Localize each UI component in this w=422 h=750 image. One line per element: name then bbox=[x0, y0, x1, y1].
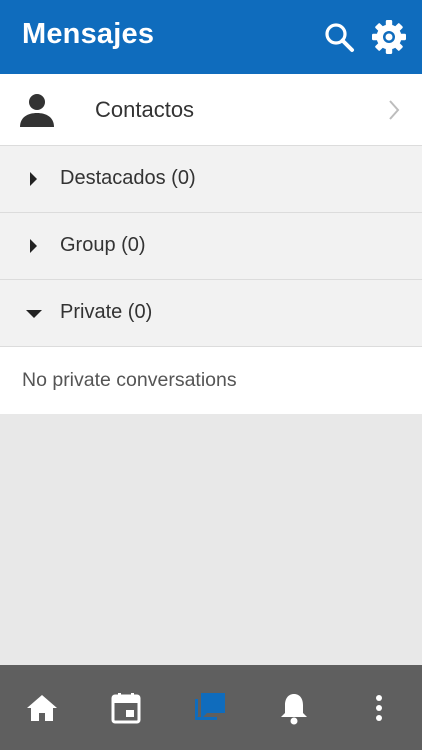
settings-gear-icon[interactable] bbox=[371, 19, 407, 55]
bell-icon[interactable] bbox=[277, 691, 311, 725]
app-header: Mensajes bbox=[0, 0, 422, 74]
home-icon[interactable] bbox=[25, 691, 59, 725]
contacts-label: Contactos bbox=[95, 97, 195, 122]
section-label: Group (0) bbox=[60, 234, 146, 256]
section-label: Private (0) bbox=[60, 301, 153, 323]
section-group[interactable]: Group (0) bbox=[0, 213, 422, 280]
section-destacados[interactable]: Destacados (0) bbox=[0, 146, 422, 213]
more-vertical-icon[interactable] bbox=[362, 691, 396, 725]
empty-state-text: No private conversations bbox=[22, 369, 237, 391]
caret-right-icon bbox=[24, 236, 44, 256]
chevron-right-icon bbox=[386, 98, 402, 122]
messages-icon[interactable] bbox=[193, 691, 227, 725]
section-private[interactable]: Private (0) bbox=[0, 280, 422, 347]
search-icon[interactable] bbox=[321, 19, 357, 55]
page-title: Mensajes bbox=[22, 18, 155, 50]
section-label: Destacados (0) bbox=[60, 167, 196, 189]
contacts-row[interactable]: Contactos bbox=[0, 74, 422, 146]
caret-down-icon bbox=[24, 303, 44, 323]
caret-right-icon bbox=[24, 169, 44, 189]
person-icon bbox=[18, 91, 56, 129]
calendar-icon[interactable] bbox=[109, 691, 143, 725]
bottom-navigation bbox=[0, 665, 422, 750]
private-empty-state: No private conversations bbox=[0, 347, 422, 414]
